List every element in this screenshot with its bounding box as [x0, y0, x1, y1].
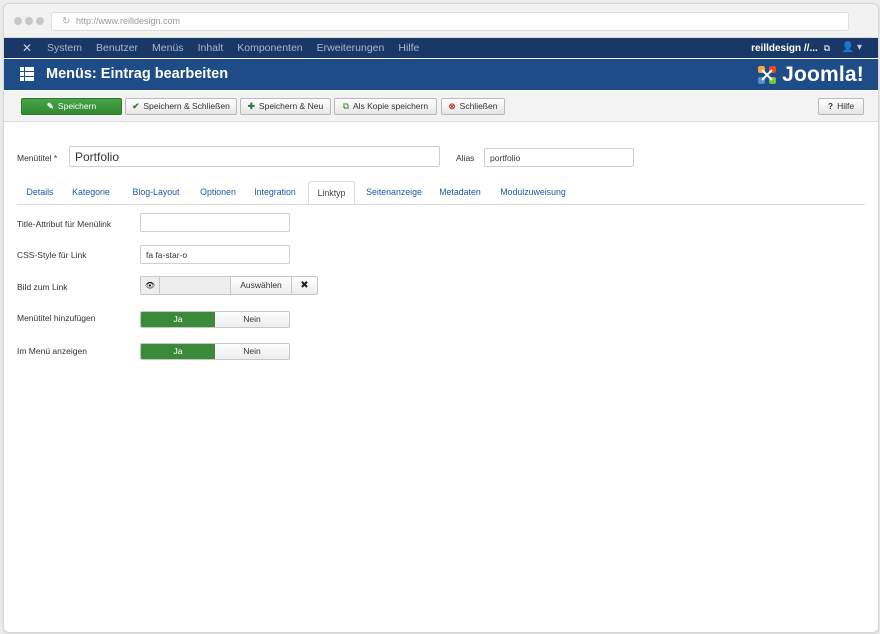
tab-metadata[interactable]: Metadaten: [435, 181, 485, 204]
save-close-button[interactable]: ✔ Speichern & Schließen: [125, 98, 237, 115]
close-circle-icon: ⊗: [448, 101, 456, 111]
help-button[interactable]: ? Hilfe: [818, 98, 864, 115]
menu-users[interactable]: Benutzer: [96, 38, 138, 58]
window-close-dot[interactable]: [14, 17, 22, 25]
joomla-brand-icon: [756, 64, 778, 86]
show-in-menu-label: Im Menü anzeigen: [17, 346, 87, 356]
menu-help[interactable]: Hilfe: [398, 38, 419, 58]
save-button-label: Speichern: [57, 101, 97, 111]
action-toolbar: ✎ Speichern ✔ Speichern & Schließen ✚ Speic…: [4, 91, 878, 122]
tab-details[interactable]: Details: [17, 181, 63, 204]
browser-chrome: ↻ http://www.reilldesign.com: [4, 4, 878, 38]
tab-page-display[interactable]: Seitenanzeige: [361, 181, 427, 204]
list-menu-icon: [20, 67, 34, 81]
site-link-label: reilldesign //...: [751, 43, 818, 54]
save-button[interactable]: ✎ Speichern: [21, 98, 122, 115]
image-path-field[interactable]: [160, 277, 230, 294]
tab-linktype[interactable]: Linktyp: [308, 181, 355, 204]
tab-category[interactable]: Kategorie: [65, 181, 117, 204]
window-minimize-dot[interactable]: [25, 17, 33, 25]
clear-image-icon[interactable]: ✖: [291, 277, 317, 294]
reload-icon[interactable]: ↻: [62, 13, 70, 30]
image-preview-icon[interactable]: 👁: [141, 277, 160, 294]
add-menu-title-toggle: Ja Nein: [140, 311, 290, 328]
admin-top-nav: ✕ System Benutzer Menüs Inhalt Komponent…: [4, 38, 878, 58]
page-header: Menüs: Eintrag bearbeiten Joomla!: [4, 59, 878, 90]
menu-extensions[interactable]: Erweiterungen: [317, 38, 385, 58]
address-bar[interactable]: ↻ http://www.reilldesign.com: [51, 12, 849, 31]
save-close-label: Speichern & Schließen: [143, 101, 230, 111]
help-button-label: Hilfe: [837, 101, 855, 111]
external-link-icon: ⧉: [823, 43, 830, 53]
browser-window: ↻ http://www.reilldesign.com ✕ System Be…: [3, 3, 879, 633]
copy-icon: ⧉: [342, 101, 349, 111]
title-attribute-input[interactable]: [140, 213, 290, 232]
alias-input[interactable]: [484, 148, 634, 167]
save-copy-button[interactable]: ⧉ Als Kopie speichern: [334, 98, 437, 115]
link-image-label: Bild zum Link: [17, 282, 68, 292]
show-in-menu-yes[interactable]: Ja: [141, 344, 215, 359]
select-image-button[interactable]: Auswählen: [230, 277, 291, 294]
show-in-menu-toggle: Ja Nein: [140, 343, 290, 360]
tab-options[interactable]: Optionen: [193, 181, 243, 204]
css-style-input[interactable]: [140, 245, 290, 264]
close-button-label: Schließen: [459, 101, 498, 111]
menu-menus[interactable]: Menüs: [152, 38, 184, 58]
save-new-label: Speichern & Neu: [258, 101, 324, 111]
tab-integration[interactable]: Integration: [249, 181, 301, 204]
menu-content[interactable]: Inhalt: [198, 38, 224, 58]
site-link[interactable]: reilldesign //... ⧉: [751, 38, 830, 59]
tab-bar: Details Kategorie Blog-Layout Optionen I…: [17, 181, 865, 205]
save-copy-label: Als Kopie speichern: [352, 101, 429, 111]
title-attribute-label: Title-Attribut für Menülink: [17, 219, 112, 229]
title-label: Menütitel *: [17, 153, 58, 163]
menu-components[interactable]: Komponenten: [237, 38, 302, 58]
joomla-brand: Joomla!: [756, 62, 864, 87]
window-zoom-dot[interactable]: [36, 17, 44, 25]
add-menu-title-no[interactable]: Nein: [215, 312, 289, 327]
admin-menu: System Benutzer Menüs Inhalt Komponenten…: [47, 38, 433, 58]
link-image-picker: 👁 Auswählen ✖: [140, 276, 318, 295]
add-menu-title-label: Menütitel hinzufügen: [17, 313, 96, 323]
address-url: http://www.reilldesign.com: [76, 16, 181, 26]
save-new-button[interactable]: ✚ Speichern & Neu: [240, 98, 331, 115]
add-menu-title-yes[interactable]: Ja: [141, 312, 215, 327]
menu-system[interactable]: System: [47, 38, 82, 58]
tab-blog-layout[interactable]: Blog-Layout: [124, 181, 188, 204]
page-title: Menüs: Eintrag bearbeiten: [46, 66, 229, 82]
check-icon: ✔: [132, 101, 140, 111]
edit-icon: ✎: [46, 101, 54, 111]
alias-label: Alias: [456, 153, 475, 163]
close-button[interactable]: ⊗ Schließen: [441, 98, 505, 115]
question-icon: ?: [827, 101, 834, 111]
css-style-label: CSS-Style für Link: [17, 250, 87, 260]
title-input[interactable]: [69, 146, 440, 167]
tab-module-assignment[interactable]: Modulzuweisung: [495, 181, 571, 204]
joomla-logo-icon[interactable]: ✕: [20, 41, 34, 55]
joomla-brand-text: Joomla!: [782, 62, 864, 86]
user-menu-icon[interactable]: 👤 ▾: [842, 38, 862, 58]
plus-icon: ✚: [247, 101, 255, 111]
show-in-menu-no[interactable]: Nein: [215, 344, 289, 359]
